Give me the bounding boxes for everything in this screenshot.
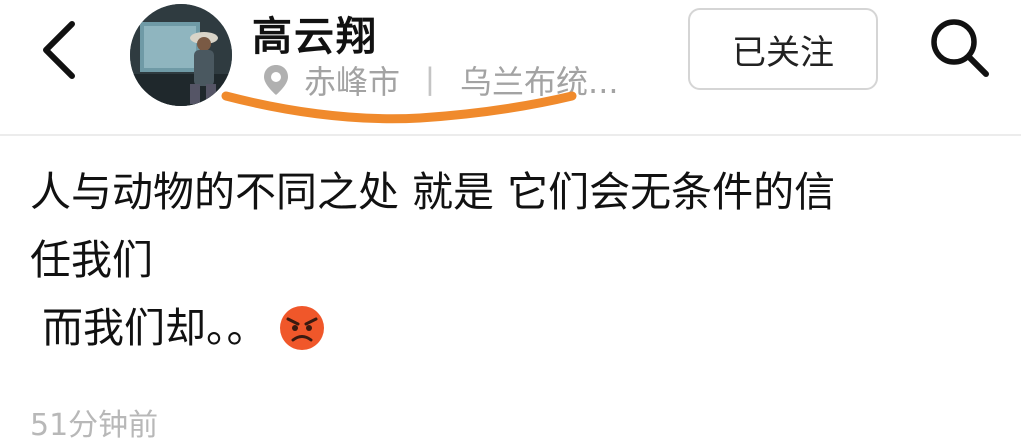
header-divider	[0, 134, 1021, 136]
post-timestamp: 51分钟前	[30, 408, 159, 443]
orange-underline-mark	[221, 91, 577, 124]
search-button[interactable]	[926, 14, 992, 80]
post-text-line: 人与动物的不同之处 就是 它们会无条件的信	[30, 168, 836, 216]
post-content: 人与动物的不同之处 就是 它们会无条件的信 任我们 而我们却。。	[30, 158, 1005, 362]
follow-button[interactable]: 已关注	[688, 8, 878, 90]
chevron-left-icon	[43, 21, 75, 79]
back-button[interactable]	[32, 18, 88, 82]
search-icon	[931, 19, 989, 77]
post-text: 而我们却。。	[42, 304, 268, 352]
avatar[interactable]	[130, 4, 232, 106]
post-text-line-with-emoji: 而我们却。。	[30, 294, 1005, 362]
post-text-line: 任我们	[30, 236, 153, 284]
post-header: 高云翔 赤峰市 丨 乌兰布统... 已关注	[0, 0, 1021, 134]
user-name[interactable]: 高云翔	[252, 4, 378, 62]
angry-face-icon	[279, 306, 324, 350]
avatar-image	[130, 4, 232, 106]
